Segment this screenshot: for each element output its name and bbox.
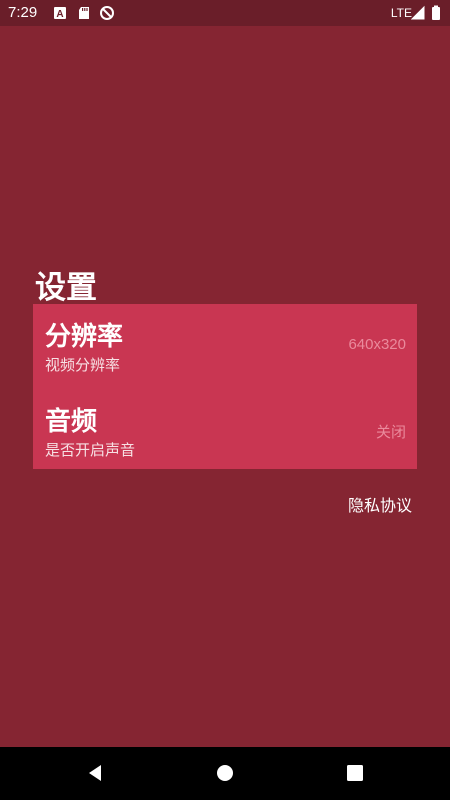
setting-value: 关闭 bbox=[375, 423, 406, 441]
setting-title: 音频 bbox=[45, 407, 98, 437]
no-sync-icon bbox=[99, 5, 115, 21]
setting-value: 640x320 bbox=[348, 336, 406, 353]
home-icon[interactable] bbox=[215, 763, 235, 783]
setting-subtitle: 视频分辨率 bbox=[45, 356, 121, 374]
page-title: 设置 bbox=[35, 270, 97, 306]
status-bar: 7:29 A LTE bbox=[0, 0, 450, 26]
setting-audio[interactable]: 音频 是否开启声音 关闭 bbox=[33, 397, 417, 479]
settings-card: 分辨率 视频分辨率 640x320 音频 是否开启声音 关闭 bbox=[33, 304, 417, 469]
privacy-policy-link[interactable]: 隐私协议 bbox=[348, 492, 412, 516]
setting-resolution[interactable]: 分辨率 视频分辨率 640x320 bbox=[33, 312, 417, 394]
back-icon[interactable] bbox=[85, 763, 105, 783]
setting-title: 分辨率 bbox=[45, 322, 124, 352]
a-icon: A bbox=[52, 5, 68, 21]
setting-subtitle: 是否开启声音 bbox=[45, 441, 136, 459]
signal-icon bbox=[410, 5, 427, 21]
battery-icon bbox=[431, 5, 447, 21]
sd-card-icon bbox=[76, 5, 92, 21]
svg-text:A: A bbox=[56, 9, 63, 20]
recents-icon[interactable] bbox=[345, 763, 365, 783]
status-time: 7:29 bbox=[8, 4, 38, 21]
network-type: LTE bbox=[390, 6, 412, 20]
navigation-bar bbox=[0, 747, 450, 800]
